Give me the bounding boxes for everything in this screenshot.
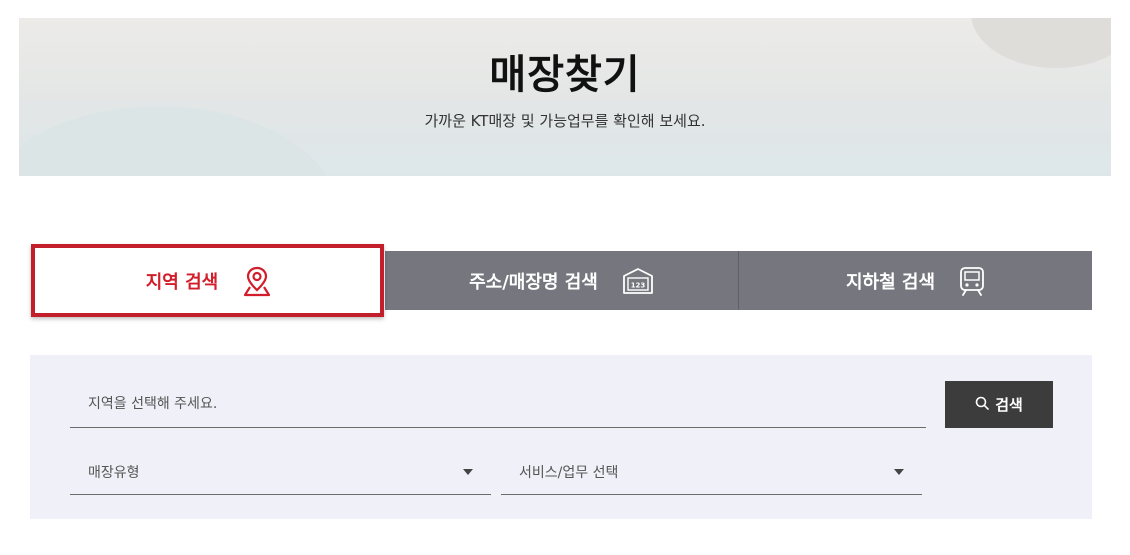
subway-train-icon (959, 266, 985, 296)
search-button-label: 검색 (995, 396, 1023, 414)
chevron-down-icon (463, 469, 473, 475)
region-input[interactable] (70, 380, 926, 427)
page-banner: 매장찾기 가까운 KT매장 및 가능업무를 확인해 보세요. (19, 18, 1111, 176)
page-title: 매장찾기 (489, 52, 641, 98)
region-field[interactable] (70, 380, 926, 428)
chevron-down-icon (894, 469, 904, 475)
search-icon (975, 396, 989, 414)
tab-region-search[interactable]: 지역 검색 (33, 251, 385, 310)
tab-label: 지역 검색 (145, 271, 219, 293)
search-panel: 검색 매장유형 서비스/업무 선택 (30, 355, 1092, 519)
tab-subway-search[interactable]: 지하철 검색 (739, 251, 1092, 310)
service-select[interactable]: 서비스/업무 선택 (501, 450, 922, 495)
tab-address-search[interactable]: 주소/매장명 검색 123 (385, 251, 739, 310)
building-123-icon: 123 (622, 267, 654, 295)
search-tabs: 지역 검색 주소/매장명 검색 123 지하철 검색 (33, 251, 1092, 310)
store-type-select[interactable]: 매장유형 (70, 450, 491, 495)
building-number-text: 123 (631, 281, 646, 289)
tab-label: 지하철 검색 (845, 271, 936, 293)
service-value: 서비스/업무 선택 (519, 465, 619, 481)
search-button[interactable]: 검색 (945, 381, 1053, 428)
map-pin-icon (242, 265, 272, 297)
page-subtitle: 가까운 KT매장 및 가능업무를 확인해 보세요. (424, 112, 706, 130)
tab-label: 주소/매장명 검색 (469, 271, 598, 293)
store-type-value: 매장유형 (88, 465, 140, 481)
